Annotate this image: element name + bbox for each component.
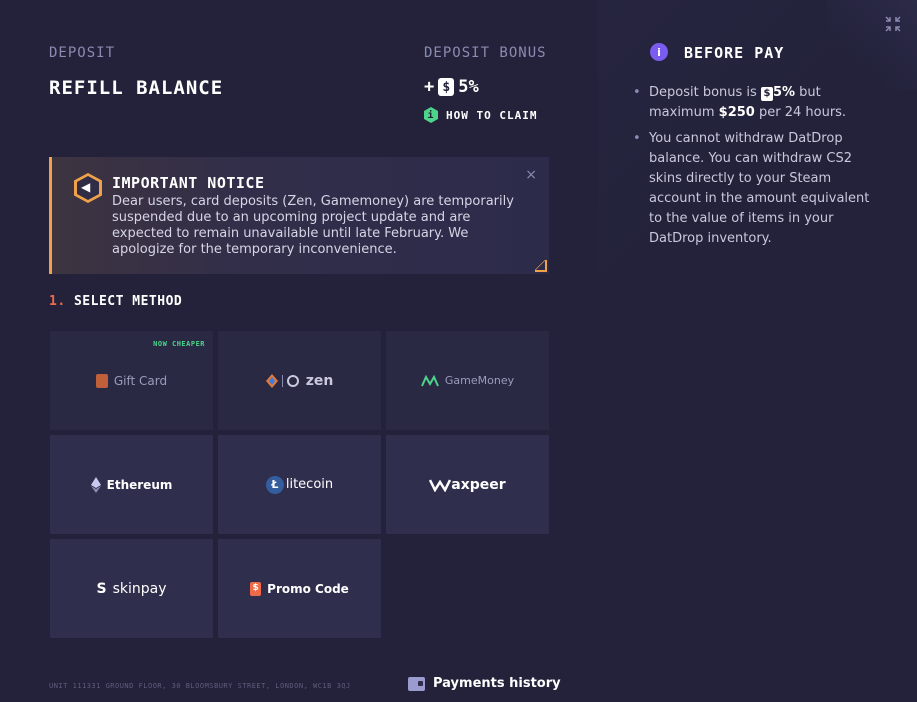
before-pay-list: Deposit bonus is $5% but maximum $250 pe… bbox=[633, 83, 873, 255]
method-skinpay[interactable]: S skinpay bbox=[50, 539, 213, 638]
deposit-label: DEPOSIT bbox=[49, 45, 116, 61]
waxpeer-icon bbox=[429, 478, 452, 492]
payments-history-link[interactable]: Payments history bbox=[408, 676, 561, 691]
close-modal-button[interactable] bbox=[883, 14, 903, 34]
bonus-text-3: per 24 hours. bbox=[758, 105, 847, 120]
bonus-percent-text: 5% bbox=[772, 85, 796, 100]
megaphone-icon: ◀ bbox=[74, 173, 102, 203]
now-cheaper-badge: NOW CHEAPER bbox=[153, 340, 205, 348]
list-item: You cannot withdraw DatDrop balance. You… bbox=[633, 129, 873, 249]
notice-title: IMPORTANT NOTICE bbox=[112, 174, 265, 192]
how-to-claim-label: HOW TO CLAIM bbox=[446, 108, 538, 122]
gamemoney-icon bbox=[420, 374, 439, 387]
collapse-icon bbox=[885, 16, 901, 32]
info-hex-icon: i bbox=[424, 107, 438, 123]
method-ethereum[interactable]: Ethereum bbox=[50, 435, 213, 534]
step-title: SELECT METHOD bbox=[73, 294, 183, 309]
method-label: skinpay bbox=[112, 580, 167, 597]
method-label: Ethereum bbox=[106, 477, 173, 492]
method-litecoin[interactable]: Ł litecoin bbox=[218, 435, 381, 534]
method-label: Gift Card bbox=[113, 373, 168, 388]
skinpay-icon: S bbox=[96, 580, 107, 597]
method-gift-card[interactable]: NOW CHEAPER Gift Card bbox=[50, 331, 213, 430]
method-label: Promo Code bbox=[267, 581, 349, 596]
select-method-heading: 1. SELECT METHOD bbox=[49, 294, 182, 309]
max-amount: $250 bbox=[718, 105, 755, 120]
method-waxpeer[interactable]: axpeer bbox=[386, 435, 549, 534]
promo-code-icon: $ bbox=[250, 581, 262, 596]
notice-corner-icon bbox=[535, 260, 547, 272]
notice-close-button[interactable]: × bbox=[525, 167, 537, 183]
method-label: GameMoney bbox=[444, 374, 515, 387]
zen-icon bbox=[265, 373, 300, 389]
before-pay-title: BEFORE PAY bbox=[684, 44, 785, 62]
list-item: Deposit bonus is $5% but maximum $250 pe… bbox=[633, 83, 873, 123]
coin-icon: $ bbox=[438, 78, 455, 96]
company-address: UNIT 111331 GROUND FLOOR, 30 BLOOMSBURY … bbox=[49, 682, 351, 690]
litecoin-icon: Ł bbox=[265, 475, 284, 494]
payment-methods-grid: NOW CHEAPER Gift Card zen GameMoney Ethe… bbox=[50, 331, 549, 638]
method-label: litecoin bbox=[285, 477, 334, 492]
important-notice: ◀ IMPORTANT NOTICE Dear users, card depo… bbox=[49, 157, 549, 274]
bonus-text: Deposit bonus is bbox=[649, 85, 757, 100]
method-promo-code[interactable]: $ Promo Code bbox=[218, 539, 381, 638]
ethereum-icon bbox=[90, 476, 101, 493]
page-title: REFILL BALANCE bbox=[49, 77, 224, 99]
method-label: zen bbox=[305, 372, 334, 389]
deposit-bonus-value: + $ 5% bbox=[424, 77, 479, 97]
empty-slot bbox=[386, 539, 549, 638]
coin-icon: $ bbox=[760, 87, 773, 101]
deposit-bonus-label: DEPOSIT BONUS bbox=[424, 45, 547, 61]
method-gamemoney[interactable]: GameMoney bbox=[386, 331, 549, 430]
bonus-percent: 5% bbox=[458, 77, 479, 97]
notice-body: Dear users, card deposits (Zen, Gamemone… bbox=[112, 194, 514, 257]
payments-history-label: Payments history bbox=[433, 676, 561, 691]
gift-card-icon bbox=[95, 373, 108, 388]
info-icon: i bbox=[650, 43, 668, 61]
wallet-icon bbox=[408, 676, 425, 691]
method-zen[interactable]: zen bbox=[218, 331, 381, 430]
method-label: axpeer bbox=[451, 476, 506, 493]
step-number: 1. bbox=[49, 294, 66, 309]
bonus-prefix: + bbox=[424, 77, 435, 97]
how-to-claim-link[interactable]: i HOW TO CLAIM bbox=[424, 107, 537, 123]
